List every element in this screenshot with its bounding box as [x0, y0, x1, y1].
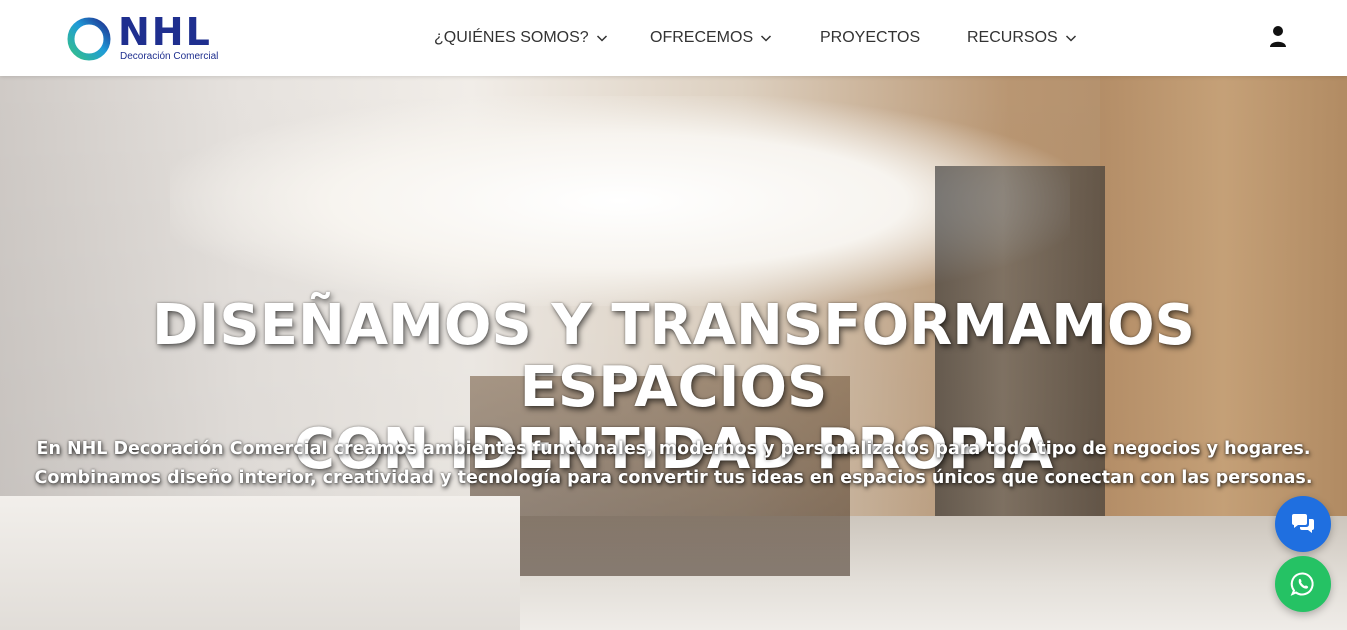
chevron-down-icon: [596, 35, 607, 42]
chat-bubbles-icon: [1292, 514, 1314, 533]
site-header: NHL Decoración Comercial ¿QUIÉNES SOMOS?…: [0, 0, 1347, 76]
hero-title-line-1: DISEÑAMOS Y TRANSFORMAMOS ESPACIOS: [152, 293, 1195, 420]
nav-item-ofrecemos[interactable]: OFRECEMOS: [650, 27, 772, 49]
hero-subtitle-line-2: Combinamos diseño interior, creatividad …: [34, 468, 1313, 488]
nav-item-label: RECURSOS: [967, 29, 1058, 46]
hero-subtitle: En NHL Decoración Comercial creamos ambi…: [0, 435, 1347, 493]
nav-item-proyectos[interactable]: PROYECTOS: [820, 27, 920, 49]
nav-item-label: OFRECEMOS: [650, 29, 754, 46]
chat-button[interactable]: [1275, 496, 1331, 552]
nav-item-quienes-somos[interactable]: ¿QUIÉNES SOMOS?: [434, 27, 608, 49]
nav-item-label: ¿QUIÉNES SOMOS?: [434, 29, 589, 46]
hero-section: DISEÑAMOS Y TRANSFORMAMOS ESPACIOS CON I…: [0, 76, 1347, 630]
chevron-down-icon: [1065, 35, 1076, 42]
whatsapp-icon: [1290, 572, 1314, 596]
nav-item-recursos[interactable]: RECURSOS: [967, 27, 1077, 49]
chevron-down-icon: [761, 35, 772, 42]
hero-background-counter: [0, 496, 520, 630]
user-icon[interactable]: [1268, 25, 1288, 49]
hero-subtitle-line-1: En NHL Decoración Comercial creamos ambi…: [36, 439, 1311, 459]
nav-item-label: PROYECTOS: [820, 29, 921, 46]
whatsapp-button[interactable]: [1275, 556, 1331, 612]
main-nav: ¿QUIÉNES SOMOS? OFRECEMOS PROYECTOS RECU…: [0, 0, 1347, 76]
